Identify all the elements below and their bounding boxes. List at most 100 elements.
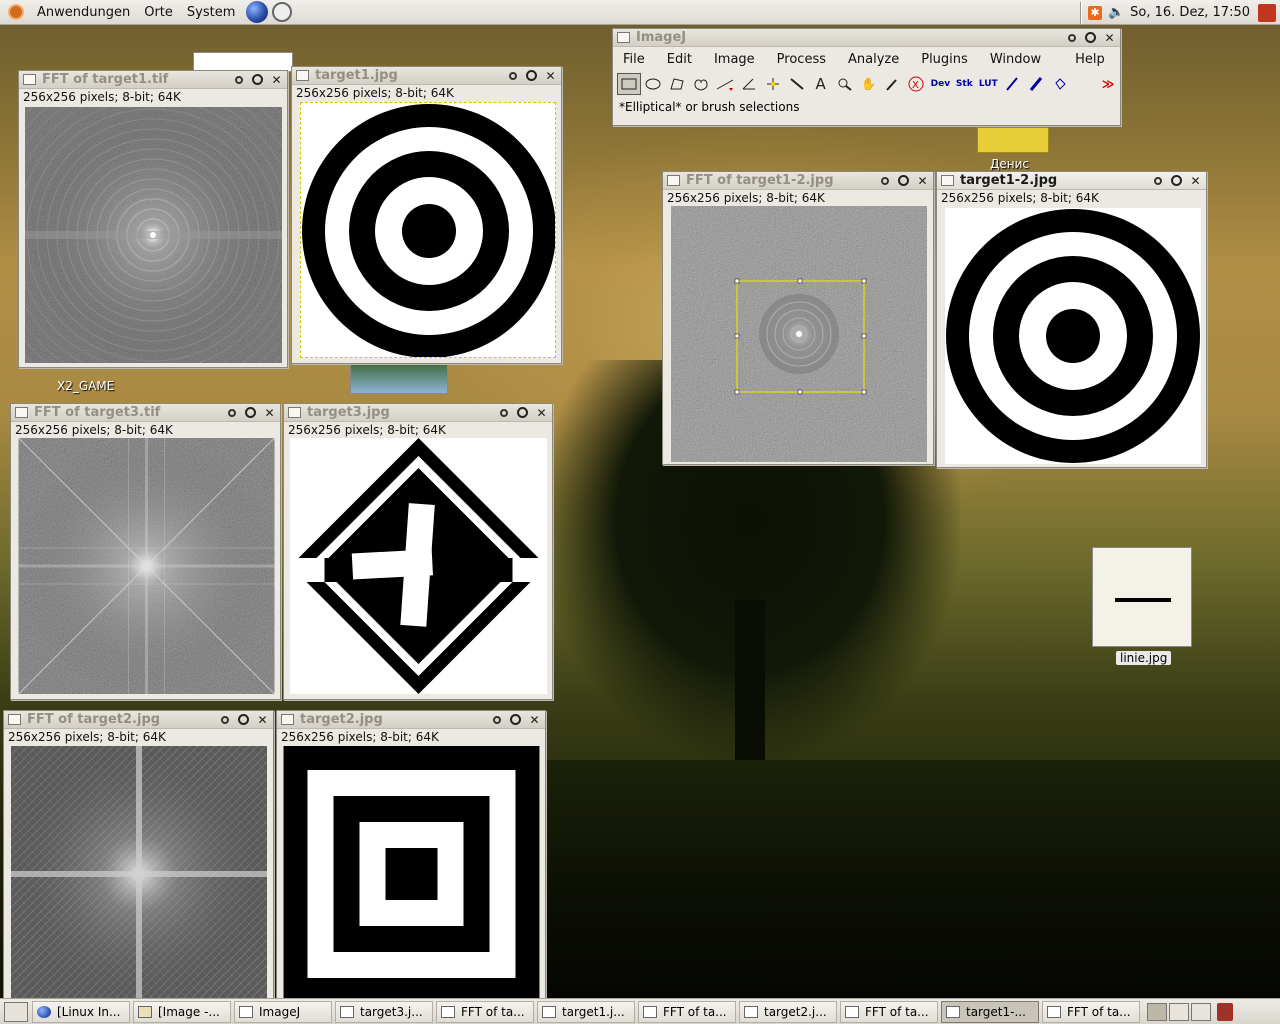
dropper-tool-icon[interactable] [880, 73, 904, 95]
task-linux-browser[interactable]: [Linux In... [32, 1000, 130, 1023]
window-menu-icon[interactable] [296, 70, 309, 81]
dev-tool-icon[interactable]: Dev [928, 73, 952, 95]
desktop-icon-label-x2game[interactable]: X2_GAME [57, 379, 114, 393]
menu-plugins[interactable]: Plugins [921, 52, 968, 67]
menu-places[interactable]: Orte [137, 5, 180, 20]
window-menu-icon[interactable] [281, 714, 294, 725]
image-canvas-target-rings-noisy[interactable] [945, 208, 1201, 464]
minimize-button[interactable] [223, 405, 240, 420]
logout-icon[interactable] [1258, 3, 1276, 22]
panel-clock[interactable]: So, 16. Dez, 17:50 [1130, 5, 1250, 20]
window-menu-icon[interactable] [941, 175, 954, 186]
menu-process[interactable]: Process [777, 52, 826, 67]
magnifier-tool-icon[interactable] [833, 73, 857, 95]
close-button[interactable]: ✕ [268, 72, 285, 87]
menu-help[interactable]: Help [1075, 52, 1105, 67]
image-canvas-fft-cross[interactable] [10, 746, 268, 1000]
window-menu-icon[interactable] [617, 32, 630, 43]
timer-launcher-icon[interactable] [272, 2, 293, 22]
minimize-button[interactable] [876, 173, 893, 188]
task-imagej[interactable]: ImageJ [234, 1000, 332, 1023]
desktop-file-label-linie[interactable]: linie.jpg [1116, 651, 1172, 665]
titlebar[interactable]: FFT of target3.tif ✕ [11, 404, 280, 422]
more-tools-icon[interactable]: ≫ [1096, 73, 1120, 95]
minimize-button[interactable] [230, 72, 247, 87]
text-tool-icon[interactable]: A [809, 73, 833, 95]
task-image-doc[interactable]: [Image -... [133, 1000, 231, 1023]
titlebar[interactable]: target3.jpg ✕ [284, 404, 552, 422]
oval-tool-icon[interactable] [641, 73, 665, 95]
minimize-button[interactable] [504, 68, 521, 83]
close-button[interactable]: ✕ [542, 68, 559, 83]
close-button[interactable]: ✕ [261, 405, 278, 420]
menu-image[interactable]: Image [714, 52, 755, 67]
image-canvas-diamond-cross[interactable] [290, 438, 547, 694]
window-menu-icon[interactable] [15, 407, 28, 418]
window-menu-icon[interactable] [288, 407, 301, 418]
window-menu-icon[interactable] [8, 714, 21, 725]
desktop-icon-partial[interactable] [193, 52, 293, 72]
show-desktop-button[interactable] [4, 1001, 28, 1022]
ubuntu-logo-icon[interactable] [8, 4, 24, 20]
minimize-button[interactable] [216, 712, 233, 727]
titlebar[interactable]: target1-2.jpg ✕ [937, 172, 1206, 190]
workspace-2[interactable] [1169, 1002, 1189, 1021]
task-target3[interactable]: target3.j... [335, 1000, 433, 1023]
window-menu-icon[interactable] [667, 175, 680, 186]
maximize-button[interactable] [523, 68, 540, 83]
pencil-tool-icon[interactable] [1000, 73, 1024, 95]
window-menu-icon[interactable] [23, 74, 36, 85]
task-target1[interactable]: target1.j... [537, 1000, 635, 1023]
task-target1-2[interactable]: target1-... [941, 1000, 1039, 1023]
minimize-button[interactable] [488, 712, 505, 727]
close-button[interactable]: ✕ [1101, 30, 1118, 45]
menu-analyze[interactable]: Analyze [848, 52, 899, 67]
titlebar[interactable]: target2.jpg ✕ [277, 711, 545, 729]
maximize-button[interactable] [895, 173, 912, 188]
task-fft-4[interactable]: FFT of ta... [1042, 1000, 1140, 1023]
maximize-button[interactable] [514, 405, 531, 420]
desktop-file-linie[interactable] [1092, 547, 1192, 647]
titlebar[interactable]: FFT of target1-2.jpg ✕ [663, 172, 933, 190]
trash-icon[interactable] [1217, 1002, 1233, 1021]
menu-system[interactable]: System [180, 5, 242, 20]
update-notifier-icon[interactable]: ✱ [1087, 5, 1102, 20]
angle-tool-icon[interactable] [737, 73, 761, 95]
maximize-button[interactable] [249, 72, 266, 87]
freehand-tool-icon[interactable] [689, 73, 713, 95]
flood-fill-tool-icon[interactable] [1048, 73, 1072, 95]
titlebar[interactable]: ImageJ ✕ [613, 29, 1120, 47]
close-button[interactable]: ✕ [1187, 173, 1204, 188]
minimize-button[interactable] [1149, 173, 1166, 188]
titlebar[interactable]: FFT of target1.tif ✕ [19, 71, 287, 89]
rectangle-tool-icon[interactable] [617, 73, 641, 95]
line-tool-icon[interactable] [713, 73, 737, 95]
maximize-button[interactable] [1168, 173, 1185, 188]
workspace-3[interactable] [1191, 1002, 1211, 1021]
image-canvas-target-rings[interactable] [300, 102, 556, 358]
maximize-button[interactable] [235, 712, 252, 727]
hand-tool-icon[interactable]: ✋ [857, 73, 881, 95]
workspace-1[interactable] [1147, 1002, 1167, 1021]
image-canvas-fft-rings[interactable] [25, 107, 282, 363]
titlebar[interactable]: FFT of target2.jpg ✕ [4, 711, 273, 729]
maximize-button[interactable] [1082, 30, 1099, 45]
task-target2[interactable]: target2.j... [739, 1000, 837, 1023]
menu-edit[interactable]: Edit [667, 52, 692, 67]
browser-launcher-icon[interactable] [246, 1, 269, 23]
desktop-icon-label-denis[interactable]: Денис [990, 157, 1029, 171]
wand-tool-icon[interactable] [785, 73, 809, 95]
lut-tool-icon[interactable]: LUT [976, 73, 1000, 95]
task-fft-3[interactable]: FFT of ta... [840, 1000, 938, 1023]
task-fft-2[interactable]: FFT of ta... [638, 1000, 736, 1023]
maximize-button[interactable] [507, 712, 524, 727]
polygon-tool-icon[interactable] [665, 73, 689, 95]
desktop-icon-denis-thumb[interactable] [977, 127, 1049, 153]
desktop-image-thumbnail[interactable] [350, 362, 448, 394]
titlebar[interactable]: target1.jpg ✕ [292, 67, 561, 85]
task-fft-1[interactable]: FFT of ta... [436, 1000, 534, 1023]
stk-tool-icon[interactable]: Stk [952, 73, 976, 95]
point-tool-icon[interactable] [761, 73, 785, 95]
brush-tool-icon[interactable] [1024, 73, 1048, 95]
volume-icon[interactable]: 🔈 [1108, 5, 1124, 20]
